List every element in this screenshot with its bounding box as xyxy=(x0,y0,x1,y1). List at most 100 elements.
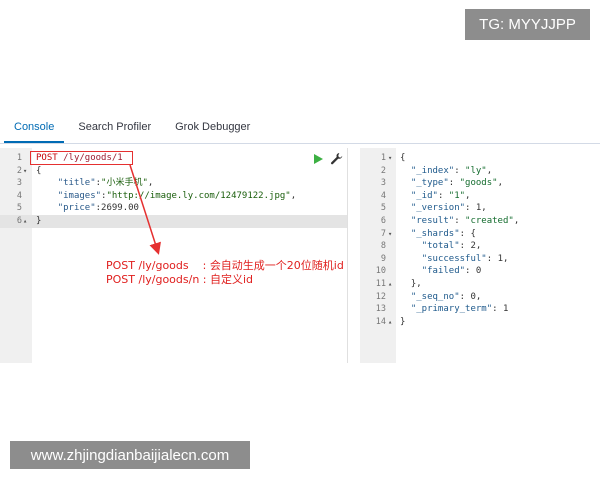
play-icon[interactable] xyxy=(313,154,323,164)
annotation-line-custom-id: POST /ly/goods/n : 自定义id xyxy=(106,273,254,286)
json-key: "_shards" xyxy=(410,228,460,239)
line-number: 14 xyxy=(375,316,386,327)
json-value: "小米手机" xyxy=(101,178,148,189)
tab-bar: Console Search Profiler Grok Debugger xyxy=(0,112,600,144)
line-number: 5 xyxy=(380,203,386,214)
line-text: } xyxy=(36,215,41,228)
json-key: "_id" xyxy=(410,190,438,201)
json-key: "result" xyxy=(410,215,455,226)
tab-grok-debugger[interactable]: Grok Debugger xyxy=(165,121,260,143)
request-line[interactable]: 3 "title":"小米手机", xyxy=(0,177,347,190)
colon: : xyxy=(459,228,471,239)
punctuation: }, xyxy=(400,278,422,289)
colon: : xyxy=(459,291,471,302)
response-line: 14 ▴} xyxy=(360,316,600,329)
response-line: 5 "_version": 1, xyxy=(360,202,600,215)
fold-icon: ▴ xyxy=(388,317,393,326)
line-text: "_version": 1, xyxy=(400,202,487,215)
line-text: }, xyxy=(400,278,422,291)
punctuation: , xyxy=(465,190,471,201)
line-number: 13 xyxy=(375,304,386,315)
line-number: 1 xyxy=(16,153,22,163)
line-number: 5 xyxy=(16,203,22,214)
line-text: "_type": "goods", xyxy=(400,177,503,190)
punctuation: , xyxy=(486,165,493,176)
line-text: { xyxy=(36,165,41,178)
json-key: "total" xyxy=(421,241,460,252)
watermark-bottom: www.zhjingdianbaijialecn.com xyxy=(10,441,250,469)
json-value: 0 xyxy=(475,266,482,277)
colon: : xyxy=(459,241,471,252)
punctuation: , xyxy=(502,253,509,264)
response-line: 6 "result": "created", xyxy=(360,215,600,228)
request-line[interactable]: 6 ▴} xyxy=(0,214,347,228)
line-number: 8 xyxy=(380,241,386,252)
json-value: { xyxy=(470,228,476,239)
punctuation: { xyxy=(36,165,42,176)
response-code: 1 ▾{2 "_index": "ly", 3 "_type": "goods", 4… xyxy=(360,152,600,328)
line-number: 1 xyxy=(380,153,386,163)
fold-icon: ▾ xyxy=(23,166,28,175)
line-number: 10 xyxy=(375,266,386,277)
response-line: 10 "failed": 0 xyxy=(360,265,600,278)
line-number: 9 xyxy=(380,253,386,264)
json-value: "http://image.ly.com/12479122.jpg" xyxy=(106,190,291,201)
wrench-icon[interactable] xyxy=(330,152,343,165)
punctuation: } xyxy=(400,316,406,327)
line-text: "images":"http://image.ly.com/12479122.j… xyxy=(36,190,296,203)
punctuation: , xyxy=(475,241,482,252)
line-text: "_index": "ly", xyxy=(400,165,492,178)
request-line[interactable]: 5 "price":2699.00 xyxy=(0,202,347,215)
colon: : xyxy=(437,190,449,201)
json-value: 2699.00 xyxy=(101,203,139,214)
response-line: 8 "total": 2, xyxy=(360,240,600,253)
response-line: 12 "_seq_no": 0, xyxy=(360,291,600,304)
highlight-box xyxy=(30,151,133,165)
line-text: } xyxy=(400,316,405,329)
line-text: "failed": 0 xyxy=(400,265,482,278)
json-value: 1 xyxy=(502,304,509,315)
line-number: 3 xyxy=(380,178,386,189)
line-text: "price":2699.00 xyxy=(36,202,139,215)
response-line: 1 ▾ { xyxy=(360,152,600,165)
tab-console[interactable]: Console xyxy=(4,121,65,143)
json-key: "_version" xyxy=(410,203,466,214)
colon: : xyxy=(465,266,476,277)
watermark-top: TG: MYYJJPP xyxy=(465,9,590,40)
line-number: 4 xyxy=(16,190,22,201)
response-viewer: 1 ▾{2 "_index": "ly", 3 "_type": "goods", 4… xyxy=(360,148,600,363)
line-text: "result": "created", xyxy=(400,215,519,228)
tab-search-profiler[interactable]: Search Profiler xyxy=(68,121,161,143)
response-line: 13 "_primary_term": 1 xyxy=(360,303,600,316)
line-number: 11 xyxy=(375,278,386,289)
line-number: 3 xyxy=(16,178,22,189)
response-line: 11 ▴ }, xyxy=(360,278,600,291)
response-line: 9 "successful": 1, xyxy=(360,253,600,266)
colon: : xyxy=(492,304,503,315)
punctuation: { xyxy=(400,153,406,163)
json-key: "_type" xyxy=(410,178,449,189)
line-number: 2 xyxy=(380,165,386,176)
request-editor[interactable]: 1 POST /ly/goods/1 2 ▾{3 "title":"小米手机", 4 "… xyxy=(0,148,348,363)
json-key: "images" xyxy=(57,190,102,201)
line-text: "total": 2, xyxy=(400,240,482,253)
line-text: "_seq_no": 0, xyxy=(400,291,481,304)
json-key: "title" xyxy=(57,178,96,189)
request-line[interactable]: 4 "images":"http://image.ly.com/12479122… xyxy=(0,190,347,203)
fold-icon: ▾ xyxy=(388,154,393,162)
punctuation: , xyxy=(475,291,482,302)
colon: : xyxy=(465,203,476,214)
line-number: 7 xyxy=(380,228,386,239)
request-line[interactable]: 2 ▾ { xyxy=(0,165,347,178)
